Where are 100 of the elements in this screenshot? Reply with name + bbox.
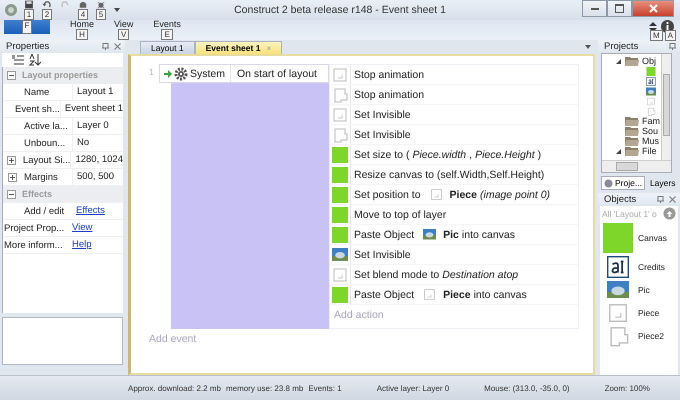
tree-item[interactable]: File <box>642 146 657 156</box>
action[interactable]: Set size to (Piece.width, Piece.Height) <box>351 148 542 160</box>
object-name[interactable]: Credits <box>638 262 665 272</box>
maximize-button[interactable] <box>607 0 632 17</box>
action[interactable]: Set position to Piece (image point 0) <box>351 188 550 201</box>
property-link[interactable]: Effects <box>72 203 105 219</box>
collapse-icon[interactable] <box>7 70 16 80</box>
action[interactable]: Resize canvas to (self.Width,Self.Height) <box>351 168 544 180</box>
property-name: Project Prop... <box>3 222 66 234</box>
property-value: No <box>72 135 123 151</box>
ribbon-tab[interactable]: Events <box>153 20 181 29</box>
scrollbar[interactable] <box>602 160 671 172</box>
group-heading: Effects <box>22 189 52 199</box>
expand-icon[interactable] <box>7 156 16 164</box>
object-icon <box>332 248 348 261</box>
sort-icon[interactable] <box>29 54 41 66</box>
up-icon[interactable] <box>663 207 676 220</box>
close-icon[interactable] <box>114 43 121 50</box>
pin-icon[interactable] <box>102 43 109 50</box>
property-link[interactable]: Help <box>68 237 92 253</box>
tree-item[interactable]: Sou <box>642 126 658 136</box>
key-tip: F <box>22 20 32 34</box>
action[interactable]: Set Invisible <box>351 128 411 140</box>
action[interactable]: Paste Object Pic into canvas <box>351 228 516 240</box>
property-value: Event sheet 1 <box>60 101 123 117</box>
tree-item[interactable]: Obj <box>642 56 656 66</box>
folder-icon <box>625 136 639 146</box>
expand-icon[interactable] <box>8 172 17 182</box>
status-text: Approx. download: 2.2 mb <box>128 384 221 393</box>
object-icon <box>607 302 629 324</box>
object-icon <box>607 280 629 298</box>
close-icon <box>648 4 658 13</box>
folder-icon <box>625 116 639 126</box>
property-name: Active la... <box>23 120 69 132</box>
customize-caret-icon[interactable] <box>114 8 120 12</box>
action[interactable]: Set Invisible <box>351 108 411 120</box>
key-tip: 1 <box>24 9 34 20</box>
scrollbar[interactable] <box>661 54 671 160</box>
close-icon[interactable] <box>669 196 676 203</box>
property-name: Name <box>23 86 50 98</box>
property-link[interactable]: View <box>68 220 92 236</box>
property-name: More inform... <box>3 240 64 250</box>
object-name[interactable]: Piece2 <box>638 330 664 340</box>
panel-tab[interactable]: Layers <box>646 176 678 190</box>
action[interactable]: Move to top of layer <box>351 208 446 220</box>
object-name[interactable]: Pic <box>638 284 650 294</box>
object-icon <box>332 106 348 122</box>
property-name: Unboun... <box>23 138 66 148</box>
object-icon <box>332 206 348 222</box>
object-icon <box>332 66 348 82</box>
status-text: Events: 1 <box>308 384 342 393</box>
action[interactable]: Set blend mode to Destination atop <box>351 268 518 280</box>
folder-icon <box>625 56 639 66</box>
arrow-icon <box>164 70 172 78</box>
document-tab[interactable]: Event sheet 1 × <box>194 41 282 54</box>
minimize-icon <box>590 8 598 10</box>
tree-item[interactable]: Fam <box>642 116 660 126</box>
close-button[interactable] <box>632 0 674 17</box>
action[interactable]: Set Invisible <box>351 248 411 260</box>
panel-title: Objects <box>604 194 638 205</box>
panel-title: Projects <box>604 41 640 52</box>
pin-icon[interactable] <box>669 43 676 50</box>
panel-title: Properties <box>6 41 50 52</box>
action[interactable]: Paste Object Piece into canvas <box>351 288 527 301</box>
action[interactable]: Stop animation <box>351 68 424 80</box>
categorized-icon[interactable] <box>12 54 24 66</box>
key-tip: 4 <box>78 9 88 20</box>
debug-icon[interactable] <box>96 0 106 9</box>
key-tip: V <box>118 29 130 40</box>
pin-icon[interactable] <box>657 196 664 203</box>
object-name[interactable]: System <box>190 68 226 80</box>
object-icon <box>332 146 348 162</box>
condition[interactable]: On start of layout <box>231 68 317 80</box>
expanded-arrow-icon[interactable] <box>616 148 621 154</box>
preview-icon[interactable] <box>78 0 88 9</box>
property-name: Event sh... <box>14 104 60 114</box>
ribbon-tab[interactable]: Home <box>70 20 94 29</box>
minimize-button[interactable] <box>582 0 607 17</box>
object-name[interactable]: Canvas <box>638 233 667 243</box>
collapse-icon[interactable] <box>7 190 16 198</box>
action[interactable]: Stop animation <box>351 88 424 100</box>
undo-icon[interactable] <box>42 0 52 9</box>
object-icon <box>423 288 436 301</box>
tree-item[interactable]: Mus <box>642 136 660 146</box>
status-text: Mouse: (313.0, -35.0, 0) <box>484 384 570 393</box>
object-icon <box>603 223 633 253</box>
object-icon <box>607 256 629 278</box>
property-name: Margins <box>23 172 59 182</box>
document-tab[interactable]: Layout 1 <box>140 41 195 54</box>
object-icon <box>332 266 348 282</box>
ribbon-tab[interactable]: View <box>114 20 134 29</box>
object-name[interactable]: Piece <box>638 308 660 318</box>
file-menu-button[interactable]: F <box>4 20 50 34</box>
key-tip: M <box>650 30 663 41</box>
tab-list-caret-icon[interactable] <box>585 45 591 49</box>
panel-tab[interactable]: Proje... <box>601 176 645 190</box>
key-tip: E <box>161 29 173 40</box>
folder-icon <box>625 146 639 156</box>
save-icon[interactable] <box>24 0 34 9</box>
expanded-arrow-icon[interactable] <box>616 58 621 64</box>
